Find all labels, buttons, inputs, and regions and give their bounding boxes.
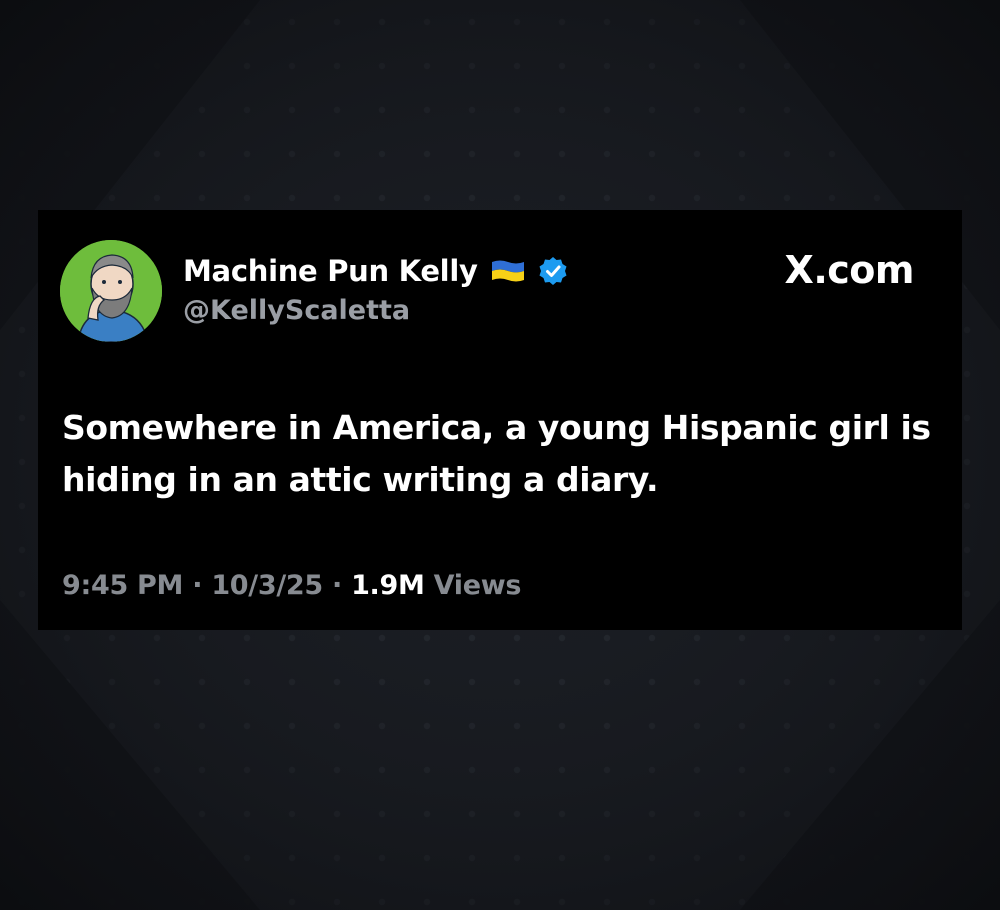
tweet-text: Somewhere in America, a young Hispanic g… xyxy=(62,408,931,499)
tweet-meta: 9:45 PM · 10/3/25 · 1.9M Views xyxy=(62,570,521,601)
tweet-time[interactable]: 9:45 PM xyxy=(62,570,183,601)
user-handle[interactable]: @KellyScaletta xyxy=(183,295,410,326)
tweet-card: Machine Pun Kelly @KellyScaletta X.com S… xyxy=(38,210,962,630)
separator: · xyxy=(192,570,203,601)
display-name[interactable]: Machine Pun Kelly xyxy=(183,254,478,288)
ukraine-flag-icon xyxy=(490,259,526,283)
author-name-row: Machine Pun Kelly xyxy=(183,250,568,292)
avatar-illustration xyxy=(60,240,162,342)
separator: · xyxy=(331,570,342,601)
avatar[interactable] xyxy=(60,240,162,342)
tweet-date[interactable]: 10/3/25 xyxy=(211,570,323,601)
views-label: Views xyxy=(433,570,522,601)
verified-badge-icon xyxy=(538,256,568,286)
views-count: 1.9M xyxy=(351,570,425,601)
x-logo: X.com xyxy=(784,248,915,292)
